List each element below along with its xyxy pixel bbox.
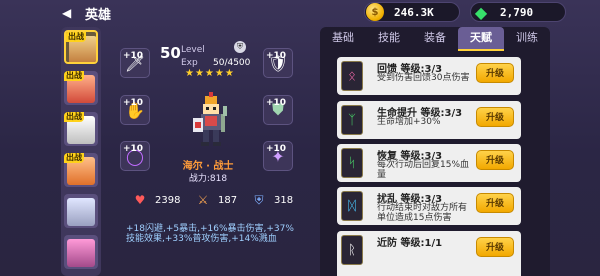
talent-desc: 行动结束时对敌方所有单位造成15点伤害 xyxy=(377,203,468,223)
equip-plus: +10 xyxy=(123,144,144,154)
deploy-tag: 出战 xyxy=(64,71,84,81)
equip-slot-ring[interactable]: ◯ +10 xyxy=(120,141,150,171)
equip-slot-offhand[interactable]: 🛡 +10 xyxy=(263,48,293,78)
talent-desc: 生命增加+30% xyxy=(377,117,441,127)
talent-name: 近防 等级:1/1 xyxy=(377,238,443,249)
gem-amount: 2,790 xyxy=(500,5,534,19)
equip-slot-amulet[interactable]: ✦ +10 xyxy=(263,141,293,171)
hero-level: 50 xyxy=(160,44,181,62)
hero-name: 海尔 · 战士 xyxy=(182,161,234,172)
upgrade-button[interactable]: 升级 xyxy=(476,193,514,213)
stat-hp: ♥ 2398 xyxy=(133,193,181,207)
stat-value: 318 xyxy=(274,194,294,206)
hero-slot-5[interactable] xyxy=(64,194,98,228)
back-arrow-icon[interactable]: ◀ xyxy=(62,5,78,21)
gold-coin-icon: $ xyxy=(366,3,384,21)
page-title: 英雄 xyxy=(85,8,112,23)
exp-value: 50/4500 xyxy=(213,58,251,68)
exp-label: Exp xyxy=(181,58,198,68)
tab-talents[interactable]: 天赋 xyxy=(458,27,504,51)
upgrade-button[interactable]: 升级 xyxy=(476,107,514,127)
talent-card: ᛋ 恢复 等级:3/3 每次行动后回复15%血量 升级 xyxy=(337,144,521,182)
hero-slot-6[interactable] xyxy=(64,235,98,269)
green-gem-icon: ◆ xyxy=(474,2,488,22)
hero-slot-1[interactable]: 出战 xyxy=(64,30,98,64)
stat-attack: ⚔ 187 xyxy=(196,193,237,207)
equip-slot-armor[interactable]: ⛊ +10 xyxy=(263,95,293,125)
detail-tabs: 基础 技能 装备 天赋 训练 xyxy=(320,27,550,51)
talent-card: ᛉ 生命提升 等级:3/3 生命增加+30% 升级 xyxy=(337,101,521,139)
rune-icon: ᛋ xyxy=(341,148,363,178)
combat-power: 战力:818 xyxy=(188,174,228,184)
tab-training[interactable]: 训练 xyxy=(504,27,550,51)
hero-list: 出战 出战 出战 出战 xyxy=(61,27,101,276)
coin-amount: 246.3K xyxy=(394,5,434,19)
talent-card: ᛟ 回馈 等级:3/3 受到伤害回馈30点伤害 升级 xyxy=(337,57,521,95)
rune-icon: ᛞ xyxy=(341,191,363,221)
deploy-tag: 出战 xyxy=(66,32,86,42)
equip-plus: +10 xyxy=(266,51,287,61)
shield-icon: ⛨ xyxy=(254,192,264,207)
coin-counter: $ 246.3K xyxy=(364,2,460,22)
stat-defense: ⛨ 318 xyxy=(252,193,293,207)
equip-plus: +10 xyxy=(123,98,144,108)
hero-sprite xyxy=(193,92,227,146)
deploy-tag: 出战 xyxy=(64,112,84,122)
shield-badge-icon[interactable]: ⛨ xyxy=(234,41,246,53)
equip-slot-gloves[interactable]: ✋ +10 xyxy=(120,95,150,125)
talent-desc: 受到伤害回馈30点伤害 xyxy=(377,73,470,83)
equip-slot-weapon[interactable]: 🗡 +10 xyxy=(120,48,150,78)
stat-value: 187 xyxy=(218,194,238,206)
rune-icon: ᛟ xyxy=(341,61,363,91)
hero-slot-4[interactable]: 出战 xyxy=(64,153,98,187)
bonus-attributes: +18闪避,+5暴击,+16%暴击伤害,+37%技能效果,+33%普攻伤害,+1… xyxy=(126,224,294,244)
sword-icon: ⚔ xyxy=(197,193,209,207)
upgrade-button[interactable]: 升级 xyxy=(476,150,514,170)
tab-equipment[interactable]: 装备 xyxy=(412,27,458,51)
star-rating: ★★★★★ xyxy=(185,68,235,79)
hero-slot-2[interactable]: 出战 xyxy=(64,71,98,105)
hero-avatar xyxy=(67,239,95,267)
equip-plus: +10 xyxy=(266,98,287,108)
hero-avatar xyxy=(67,198,95,226)
tab-skills[interactable]: 技能 xyxy=(366,27,412,51)
talent-desc: 每次行动后回复15%血量 xyxy=(377,160,470,180)
equip-plus: +10 xyxy=(266,144,287,154)
heart-icon: ♥ xyxy=(134,193,146,207)
upgrade-button[interactable]: 升级 xyxy=(476,63,514,83)
stat-value: 2398 xyxy=(155,194,181,206)
talent-card: ᚱ 近防 等级:1/1 升级 xyxy=(337,231,521,276)
rune-icon: ᚱ xyxy=(341,235,363,265)
hero-slot-3[interactable]: 出战 xyxy=(64,112,98,146)
talent-card: ᛞ 扰乱 等级:3/3 行动结束时对敌方所有单位造成15点伤害 升级 xyxy=(337,187,521,225)
tab-basic[interactable]: 基础 xyxy=(320,27,366,51)
level-label: Level xyxy=(181,45,205,55)
upgrade-button[interactable]: 升级 xyxy=(476,237,514,257)
top-bar: ◀ 英雄 $ 246.3K ◆ 2,790 xyxy=(0,0,600,28)
gem-counter: ◆ 2,790 xyxy=(470,2,566,22)
deploy-tag: 出战 xyxy=(64,153,84,163)
rune-icon: ᛉ xyxy=(341,105,363,135)
equip-plus: +10 xyxy=(123,51,144,61)
